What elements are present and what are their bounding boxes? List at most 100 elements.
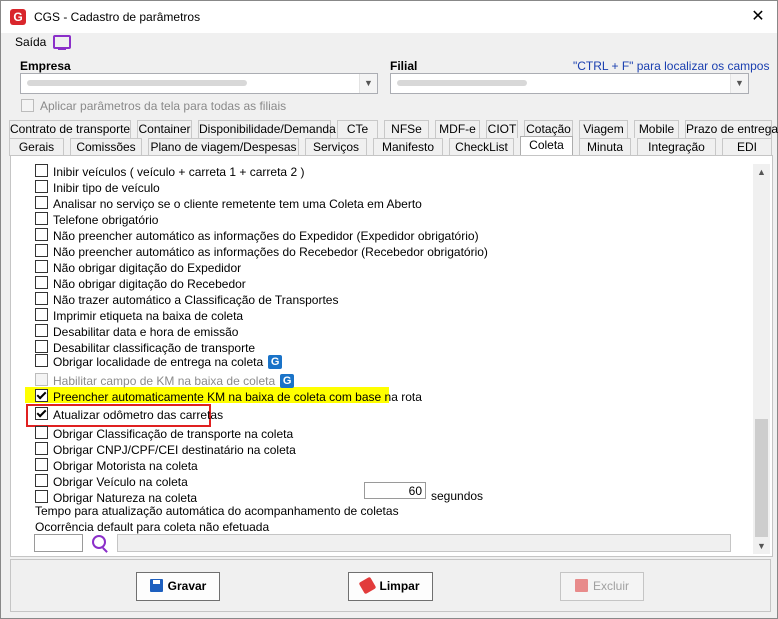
tab-coleta[interactable]: Coleta: [520, 136, 573, 156]
clear-button-label: Limpar: [379, 579, 420, 593]
option-row[interactable]: Não trazer automático a Classificação de…: [35, 291, 338, 307]
tab-mdfe[interactable]: MDF-e: [435, 120, 480, 138]
option-row[interactable]: Inibir tipo de veículo: [35, 179, 160, 195]
trash-icon: [574, 579, 588, 593]
option-label: Preencher automaticamente KM na baixa de…: [53, 389, 422, 404]
option-label: Não obrigar digitação do Recebedor: [53, 276, 246, 291]
option-row[interactable]: Não obrigar digitação do Recebedor: [35, 275, 246, 291]
option-row[interactable]: Obrigar Motorista na coleta: [35, 457, 198, 473]
option-checkbox[interactable]: [35, 354, 48, 368]
tab-container[interactable]: Container: [137, 120, 192, 138]
tab-disponibilidade-demanda[interactable]: Disponibilidade/Demanda: [198, 120, 336, 138]
empresa-select[interactable]: ▼: [20, 73, 378, 94]
option-row[interactable]: Imprimir etiqueta na baixa de coleta: [35, 307, 243, 323]
option-row[interactable]: Obrigar localidade de entrega na coleta G: [35, 353, 283, 369]
scrollbar-thumb[interactable]: [755, 419, 768, 537]
tab-mobile[interactable]: Mobile: [634, 120, 679, 138]
tab-gerais[interactable]: Gerais: [9, 138, 64, 156]
save-button[interactable]: Gravar: [136, 572, 220, 601]
option-label: Não obrigar digitação do Expedidor: [53, 260, 242, 275]
tab-checklist[interactable]: CheckList: [449, 138, 514, 156]
option-checkbox[interactable]: [35, 407, 48, 421]
option-row[interactable]: Desabilitar data e hora de emissão: [35, 323, 238, 339]
occurrence-code-input[interactable]: [34, 534, 83, 552]
option-label: Obrigar Motorista na coleta: [53, 458, 198, 473]
find-hint: "CTRL + F" para localizar os campos: [573, 59, 770, 73]
option-checkbox[interactable]: [35, 308, 48, 322]
refresh-seconds-input[interactable]: 60: [364, 482, 426, 499]
filial-label: Filial: [390, 59, 418, 73]
tab-ciot[interactable]: CIOT: [486, 120, 518, 138]
default-occurrence-label: Ocorrência default para coleta não efetu…: [35, 520, 270, 534]
tab-servicos[interactable]: Serviços: [305, 138, 367, 156]
option-checkbox[interactable]: [35, 180, 48, 194]
scroll-up-icon[interactable]: ▲: [753, 164, 770, 180]
option-checkbox[interactable]: [35, 442, 48, 456]
option-row[interactable]: Obrigar Natureza na coleta: [35, 489, 197, 505]
tab-viagem[interactable]: Viagem: [579, 120, 628, 138]
option-checkbox[interactable]: [35, 324, 48, 338]
option-label: Não preencher automático as informações …: [53, 244, 488, 259]
option-checkbox[interactable]: [35, 458, 48, 472]
close-icon[interactable]: ✕: [743, 5, 773, 29]
option-label: Inibir tipo de veículo: [53, 180, 160, 195]
option-checkbox[interactable]: [35, 276, 48, 290]
option-label: Obrigar Veículo na coleta: [53, 474, 188, 489]
option-row[interactable]: Não preencher automático as informações …: [35, 227, 479, 243]
option-row[interactable]: Não obrigar digitação do Expedidor: [35, 259, 241, 275]
tab-cte[interactable]: CTe: [337, 120, 378, 138]
g-logo-icon[interactable]: G: [280, 373, 295, 388]
chevron-down-icon[interactable]: ▼: [730, 74, 748, 93]
tab-nfse[interactable]: NFSe: [384, 120, 429, 138]
option-label: Atualizar odômetro das carretas: [53, 407, 224, 422]
apply-all-checkbox-row[interactable]: Aplicar parâmetros da tela para todas as…: [21, 98, 286, 113]
option-checkbox[interactable]: [35, 260, 48, 274]
option-row[interactable]: Não preencher automático as informações …: [35, 243, 488, 259]
tab-edi[interactable]: EDI: [722, 138, 772, 156]
option-checkbox[interactable]: [35, 228, 48, 242]
option-row[interactable]: Obrigar Veículo na coleta: [35, 473, 188, 489]
delete-button: Excluir: [560, 572, 644, 601]
chevron-down-icon[interactable]: ▼: [359, 74, 377, 93]
option-checkbox[interactable]: [35, 292, 48, 306]
tab-prazo-de-entrega[interactable]: Prazo de entrega: [685, 120, 778, 138]
option-row[interactable]: Inibir veículos ( veículo + carreta 1 + …: [35, 163, 304, 179]
filial-select[interactable]: ▼: [390, 73, 749, 94]
tab-comissoes[interactable]: Comissões: [70, 138, 142, 156]
vertical-scrollbar[interactable]: ▲ ▼: [753, 164, 770, 554]
window-title: CGS - Cadastro de parâmetros: [34, 10, 201, 24]
clear-button[interactable]: Limpar: [348, 572, 433, 601]
delete-button-label: Excluir: [592, 579, 629, 593]
option-row[interactable]: Atualizar odômetro das carretas: [35, 406, 223, 422]
menu-saida[interactable]: Saída: [15, 35, 46, 49]
option-checkbox[interactable]: [35, 426, 48, 440]
option-checkbox[interactable]: [35, 474, 48, 488]
g-logo-icon[interactable]: G: [268, 354, 283, 369]
tab-integracao[interactable]: Integração: [637, 138, 716, 156]
tab-plano-de-viagem[interactable]: Plano de viagem/Despesas: [148, 138, 299, 156]
tab-manifesto[interactable]: Manifesto: [373, 138, 443, 156]
monitor-icon[interactable]: [53, 35, 71, 50]
scroll-down-icon[interactable]: ▼: [753, 538, 770, 554]
option-row[interactable]: Obrigar Classificação de transporte na c…: [35, 425, 293, 441]
option-row[interactable]: Telefone obrigatório: [35, 211, 158, 227]
seconds-unit-label: segundos: [431, 489, 484, 503]
option-label: Desabilitar data e hora de emissão: [53, 324, 239, 339]
option-checkbox[interactable]: [35, 244, 48, 258]
option-row[interactable]: Preencher automaticamente KM na baixa de…: [35, 388, 422, 404]
option-label: Imprimir etiqueta na baixa de coleta: [53, 308, 244, 323]
option-checkbox[interactable]: [35, 164, 48, 178]
search-icon[interactable]: [92, 535, 106, 549]
empresa-value-blurred: [27, 80, 247, 86]
option-row[interactable]: Obrigar CNPJ/CPF/CEI destinatário na col…: [35, 441, 296, 457]
option-checkbox[interactable]: [35, 212, 48, 226]
option-checkbox[interactable]: [35, 340, 48, 354]
tab-contrato-de-transporte[interactable]: Contrato de transporte: [9, 120, 131, 138]
tab-minuta[interactable]: Minuta: [579, 138, 631, 156]
apply-all-checkbox[interactable]: [21, 99, 34, 113]
option-label: Não trazer automático a Classificação de…: [53, 292, 339, 307]
option-checkbox[interactable]: [35, 196, 48, 210]
option-checkbox[interactable]: [35, 490, 48, 504]
option-row[interactable]: Analisar no serviço se o cliente remeten…: [35, 195, 422, 211]
option-checkbox[interactable]: [35, 389, 48, 403]
